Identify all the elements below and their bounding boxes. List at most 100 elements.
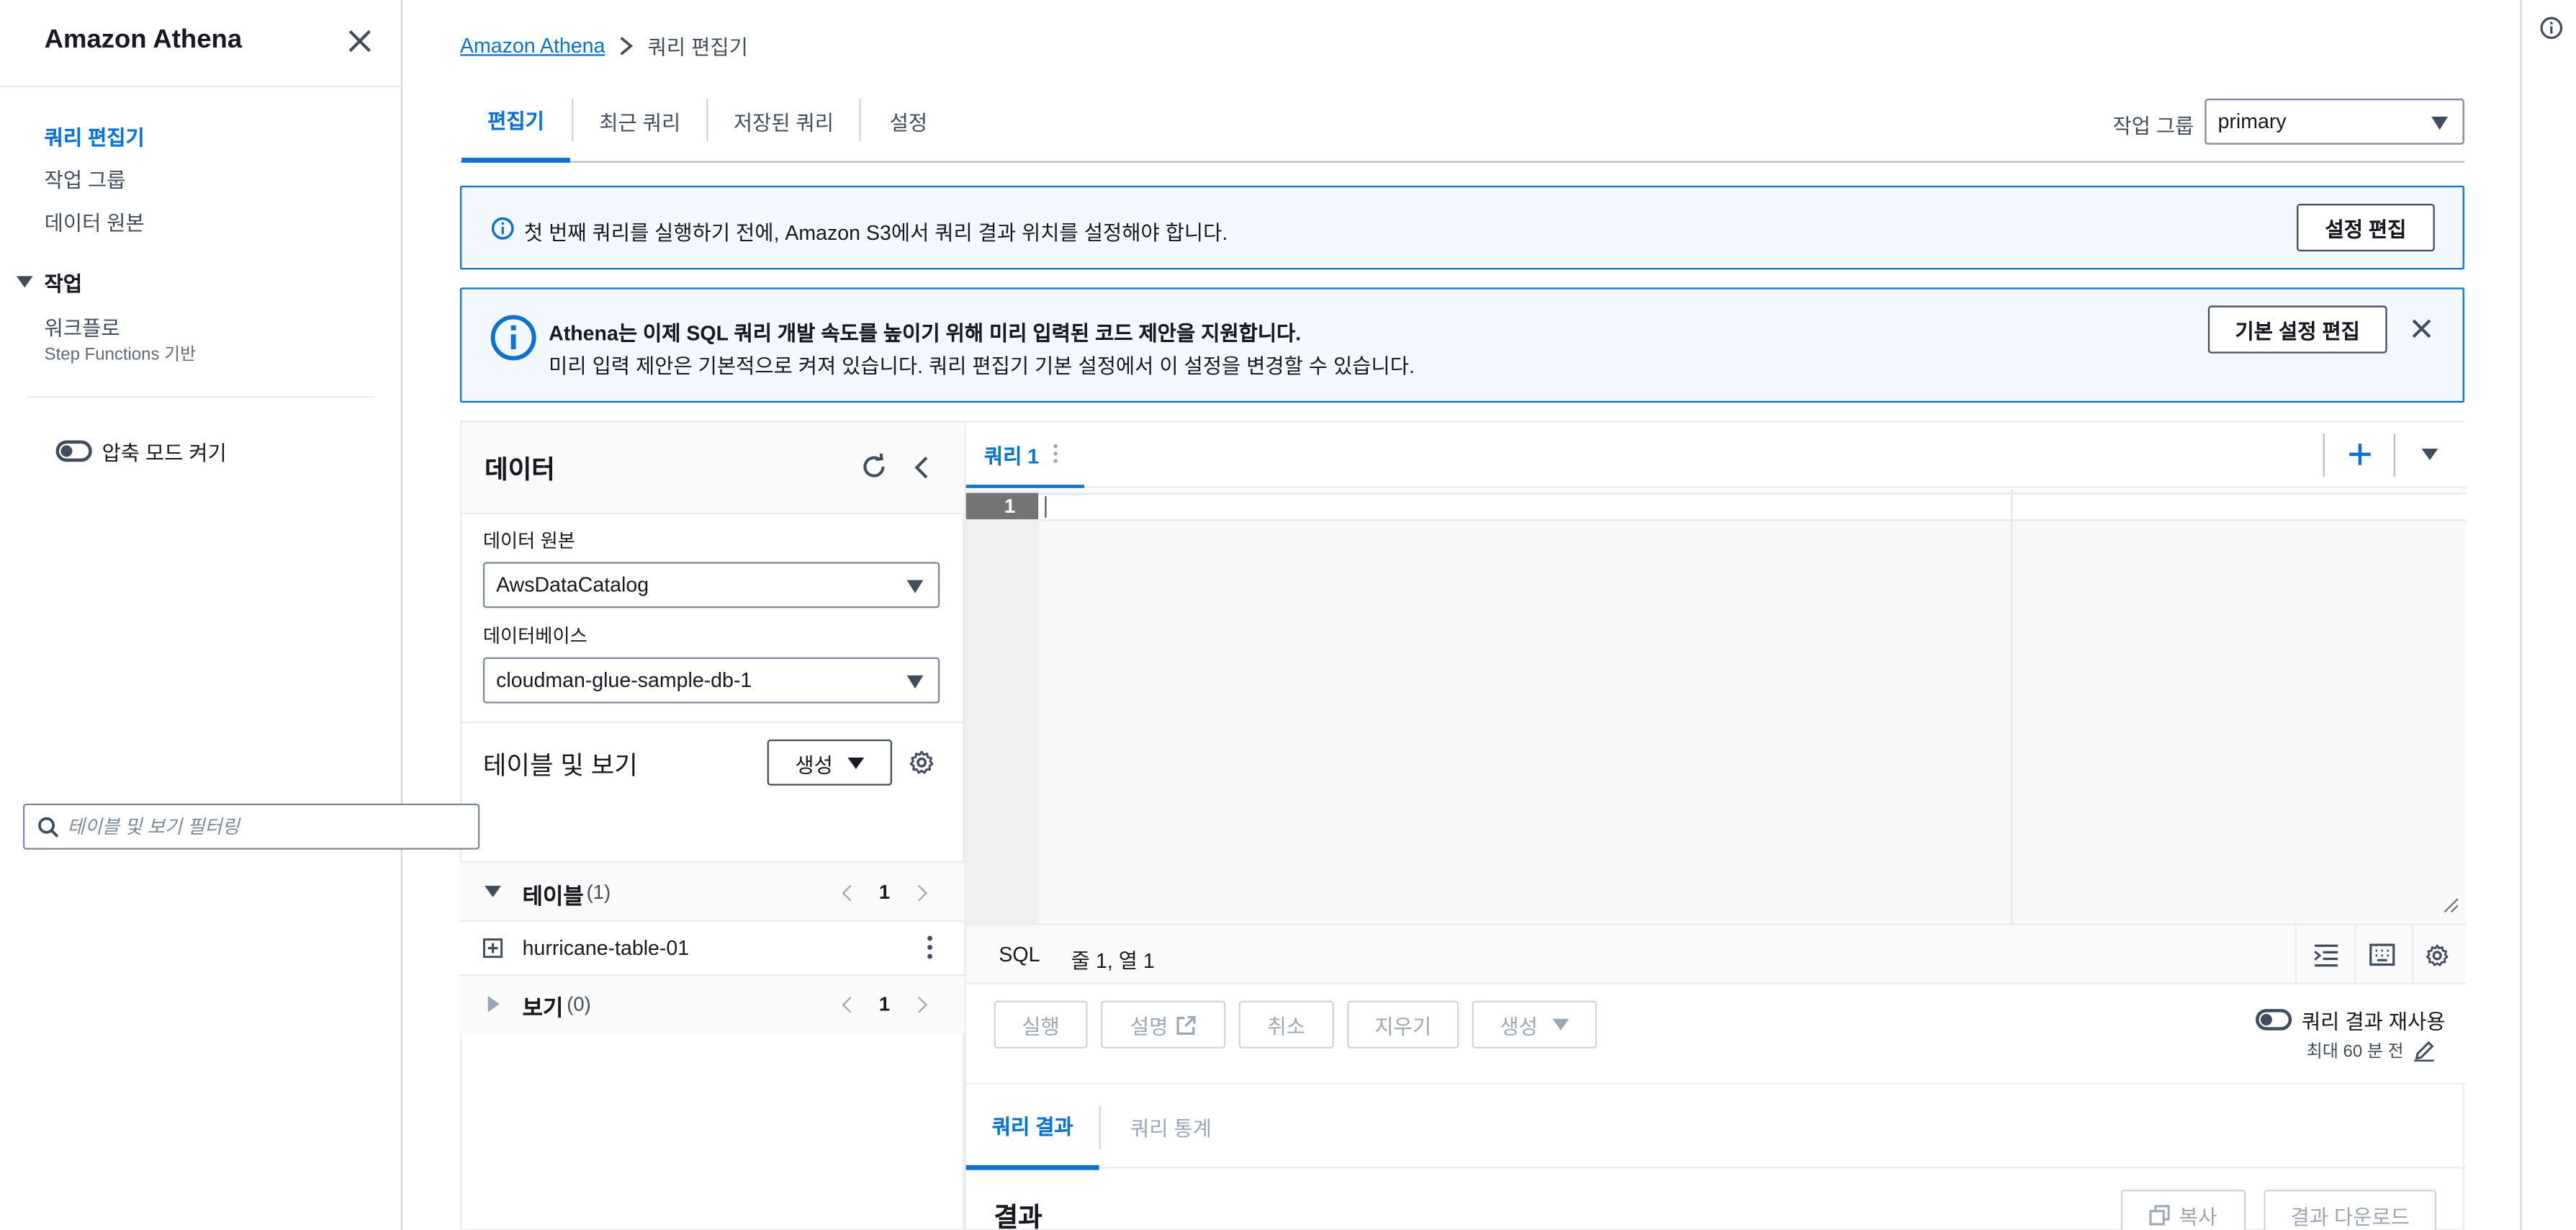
create-label: 생성 (1500, 1015, 1538, 1039)
clear-button[interactable]: 지우기 (1347, 1000, 1459, 1049)
text-cursor (1045, 496, 1047, 518)
info-banner-code-suggestions: Athena는 이제 SQL 쿼리 개발 속도를 높이기 위해 미리 입력된 코… (459, 287, 2464, 403)
tables-group-header[interactable]: 테이블 (1) 1 (459, 861, 965, 920)
edit-preferences-button[interactable]: 기본 설정 편집 (2207, 305, 2387, 354)
table-row[interactable]: hurricane-table-01 (459, 920, 965, 975)
breadcrumb: Amazon Athena 쿼리 편집기 (460, 30, 748, 60)
workgroup-value: primary (2217, 109, 2287, 133)
download-results-button[interactable]: 결과 다운로드 (2264, 1190, 2437, 1230)
table-filter-input[interactable]: 테이블 및 보기 필터링 (22, 803, 480, 850)
kebab-icon[interactable] (927, 935, 933, 959)
kebab-icon[interactable] (1054, 444, 1059, 463)
caret-down-icon (16, 276, 33, 288)
run-button[interactable]: 실행 (994, 1000, 1088, 1049)
chevron-left-icon[interactable] (842, 995, 859, 1013)
close-icon[interactable] (345, 27, 374, 56)
query-editor-panel: 쿼리 1 1 SQL 줄 1, 열 1 실행 설명 취소 지우기 생성 쿼리 결… (964, 421, 2467, 1230)
gear-icon[interactable] (909, 750, 935, 776)
copy-label: 복사 (2179, 1205, 2217, 1229)
search-placeholder: 테이블 및 보기 필터링 (67, 818, 240, 838)
nav-link-data-sources[interactable]: 데이터 원본 (45, 205, 145, 236)
views-group-header[interactable]: 보기 (0) 1 (459, 974, 965, 1034)
divider (2294, 925, 2297, 987)
banner-text: 첫 번째 쿼리를 실행하기 전에, Amazon S3에서 쿼리 결과 위치를 … (523, 222, 1228, 246)
caret-down-icon (485, 885, 501, 897)
info-banner-results-location: 첫 번째 쿼리를 실행하기 전에, Amazon S3에서 쿼리 결과 위치를 … (459, 185, 2464, 270)
side-navigation: Amazon Athena 쿼리 편집기 작업 그룹 데이터 원본 작업 워크플… (0, 0, 403, 1230)
line-number: 1 (965, 493, 1039, 520)
views-label: 보기 (522, 995, 564, 1021)
expand-square-icon[interactable] (482, 938, 503, 959)
banner-body: 미리 입력 제안은 기본적으로 켜져 있습니다. 쿼리 편집기 기본 설정에서 … (549, 354, 1415, 378)
keyboard-icon[interactable] (2369, 943, 2395, 966)
nav-link-workgroups[interactable]: 작업 그룹 (45, 163, 126, 194)
tab-recent-queries[interactable]: 최근 쿼리 (573, 79, 706, 161)
pencil-icon[interactable] (2413, 1040, 2435, 1062)
reuse-max-age-label: 최대 60 분 전 (2306, 1041, 2404, 1062)
database-label: 데이터베이스 (482, 627, 587, 648)
database-select[interactable]: cloudman-glue-sample-db-1 (482, 657, 940, 704)
nav-link-workflows[interactable]: 워크플로 (45, 310, 120, 341)
tab-settings[interactable]: 설정 (861, 79, 956, 161)
chevron-right-icon[interactable] (910, 884, 927, 901)
toggle-icon[interactable] (2256, 1009, 2292, 1031)
explain-label: 설명 (1130, 1015, 1168, 1039)
chevron-left-icon[interactable] (842, 884, 859, 901)
table-name[interactable]: hurricane-table-01 (523, 937, 690, 960)
tab-query-results[interactable]: 쿼리 결과 (965, 1085, 1099, 1170)
nav-section-label: 작업 (44, 272, 83, 296)
views-count: (0) (567, 992, 591, 1016)
edit-settings-button[interactable]: 설정 편집 (2297, 203, 2435, 252)
info-icon (491, 217, 514, 240)
tab-query-stats[interactable]: 쿼리 통계 (1130, 1085, 1212, 1168)
caret-down-icon (2431, 117, 2449, 130)
indent-icon[interactable] (2313, 943, 2340, 968)
compact-mode-toggle[interactable]: 압축 모드 켜기 (55, 436, 227, 467)
create-button[interactable]: 생성 (1472, 1000, 1598, 1049)
language-label: SQL (999, 943, 1040, 966)
plus-icon[interactable] (2348, 442, 2372, 467)
tables-views-title: 테이블 및 보기 (482, 753, 638, 781)
line-gutter (965, 490, 1039, 924)
copy-button[interactable]: 복사 (2120, 1190, 2246, 1230)
views-page-number[interactable]: 1 (879, 992, 890, 1015)
caret-down-icon (906, 580, 924, 593)
nav-link-query-editor[interactable]: 쿼리 편집기 (45, 120, 145, 151)
gear-icon[interactable] (2425, 943, 2449, 968)
explain-button[interactable]: 설명 (1100, 1000, 1226, 1049)
tables-page-number[interactable]: 1 (879, 881, 890, 904)
chevron-right-icon[interactable] (910, 995, 927, 1013)
breadcrumb-current: 쿼리 편집기 (647, 36, 748, 60)
reuse-max-age: 최대 60 분 전 (2307, 1038, 2435, 1063)
editor-status-bar: SQL 줄 1, 열 1 (965, 923, 2467, 987)
nav-workflow-subtitle: Step Functions 기반 (44, 345, 197, 365)
caret-down-icon (906, 675, 924, 689)
data-source-select[interactable]: AwsDataCatalog (482, 562, 940, 609)
close-icon[interactable] (2410, 317, 2433, 340)
tab-editor[interactable]: 편집기 (461, 79, 570, 163)
workgroup-select[interactable]: primary (2205, 98, 2464, 145)
reuse-results-toggle[interactable]: 쿼리 결과 재사용 (2256, 1004, 2446, 1035)
divider (2354, 925, 2356, 987)
chevron-left-icon[interactable] (914, 455, 930, 480)
tab-saved-queries[interactable]: 저장된 쿼리 (708, 79, 859, 161)
create-table-button[interactable]: 생성 (767, 739, 893, 786)
caret-down-icon[interactable] (2421, 448, 2438, 460)
toggle-icon[interactable] (55, 440, 92, 462)
views-pagination: 1 (842, 992, 927, 1015)
info-icon (490, 315, 536, 361)
query-tab-bar: 쿼리 1 (965, 422, 2467, 488)
refresh-icon[interactable] (861, 453, 888, 480)
cancel-button[interactable]: 취소 (1238, 1000, 1334, 1049)
nav-divider (26, 395, 375, 398)
query-action-bar: 실행 설명 취소 지우기 생성 쿼리 결과 재사용 최대 60 분 전 (965, 984, 2467, 1083)
resize-handle-icon[interactable] (2443, 897, 2459, 914)
info-icon[interactable] (2540, 17, 2563, 40)
cursor-position: 줄 1, 열 1 (1071, 949, 1155, 973)
query-tab[interactable]: 쿼리 1 (965, 422, 1085, 488)
sql-code-editor[interactable]: 1 (965, 490, 2467, 924)
breadcrumb-link-athena[interactable]: Amazon Athena (460, 34, 605, 57)
nav-section-jobs[interactable]: 작업 (16, 266, 83, 297)
divider (2323, 434, 2325, 477)
nav-title: Amazon Athena (44, 26, 243, 55)
